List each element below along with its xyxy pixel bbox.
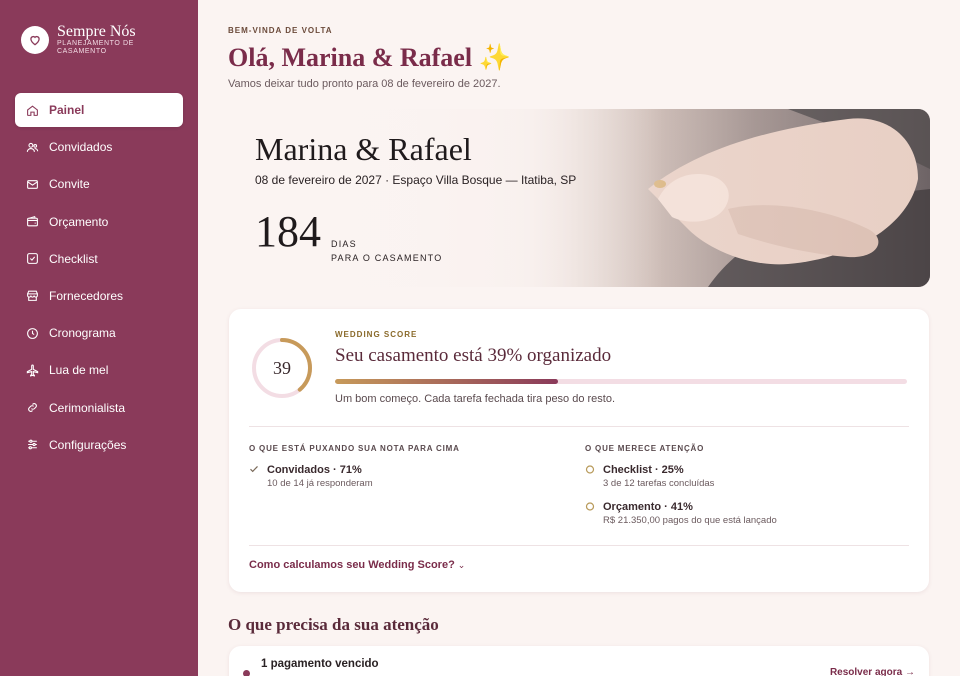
- wedding-details: 08 de fevereiro de 2027 · Espaço Villa B…: [255, 173, 577, 187]
- clock-icon: [25, 326, 39, 340]
- sidebar-item-label: Convidados: [49, 140, 113, 155]
- score-progress-fill: [335, 379, 559, 384]
- sidebar-item-label: Convite: [49, 177, 90, 192]
- circle-icon: [585, 502, 595, 511]
- plane-icon: [25, 363, 39, 377]
- chevron-down-icon: ⌄: [457, 560, 466, 570]
- sidebar-item-convite[interactable]: Convite: [15, 167, 183, 201]
- score-subtitle: Um bom começo. Cada tarefa fechada tira …: [335, 393, 616, 405]
- score-eyebrow: WEDDING SCORE: [335, 330, 418, 339]
- heart-icon: [21, 26, 49, 54]
- brand-name: Sempre Nós: [57, 23, 136, 40]
- wedding-score-card: 39 WEDDING SCORE Seu casamento está 39% …: [229, 309, 929, 592]
- page-title: Olá, Marina & Rafael ✨: [228, 43, 511, 72]
- days-countdown: 184: [255, 207, 321, 256]
- brand[interactable]: Sempre Nós PLANEJAMENTO DE CASAMENTO: [21, 24, 157, 56]
- divider: [249, 426, 909, 427]
- wallet-icon: [25, 215, 39, 229]
- sidebar-item-cerimonialista[interactable]: Cerimonialista: [15, 391, 183, 425]
- link-icon: [25, 401, 39, 415]
- positive-factors-heading: O QUE ESTÁ PUXANDO SUA NOTA PARA CIMA: [249, 444, 460, 453]
- sidebar-nav: Painel Convidados Convite Orçamento Chec…: [15, 93, 183, 465]
- factor-item: Convidados · 71% 10 de 14 já responderam: [249, 463, 460, 491]
- welcome-eyebrow: BEM-VINDA DE VOLTA: [228, 26, 333, 35]
- sidebar-item-label: Cronograma: [49, 326, 116, 341]
- attention-item-title: 1 pagamento vencido: [261, 658, 379, 670]
- check-icon: [250, 465, 258, 473]
- home-icon: [25, 103, 39, 117]
- users-icon: [25, 140, 39, 154]
- alert-dot-icon: [243, 670, 250, 676]
- sidebar-item-label: Orçamento: [49, 214, 109, 229]
- score-progress-bar: [335, 379, 907, 384]
- resolve-now-link[interactable]: Resolver agora →: [830, 667, 915, 676]
- checkbox-icon: [25, 252, 39, 266]
- attention-factors-heading: O QUE MERECE ATENÇÃO: [585, 444, 705, 453]
- sidebar-item-convidados[interactable]: Convidados: [15, 130, 183, 164]
- brand-subtitle: PLANEJAMENTO DE CASAMENTO: [57, 40, 134, 55]
- score-value: 39: [273, 357, 291, 378]
- sidebar-item-label: Cerimonialista: [49, 400, 126, 415]
- sidebar-item-label: Lua de mel: [49, 363, 109, 378]
- mail-icon: [25, 177, 39, 191]
- countdown-hero: Marina & Rafael 08 de fevereiro de 2027 …: [228, 109, 930, 287]
- sidebar-item-fornecedores[interactable]: Fornecedores: [15, 279, 183, 313]
- circle-icon: [585, 465, 595, 474]
- days-countdown-label: DIAS PARA O CASAMENTO: [331, 239, 443, 263]
- sidebar-item-checklist[interactable]: Checklist: [15, 242, 183, 276]
- couple-names: Marina & Rafael: [255, 131, 472, 167]
- sliders-icon: [25, 438, 39, 452]
- sidebar-item-label: Painel: [49, 103, 85, 117]
- main-content: BEM-VINDA DE VOLTA Olá, Marina & Rafael …: [198, 0, 960, 676]
- sidebar: Sempre Nós PLANEJAMENTO DE CASAMENTO Pai…: [0, 0, 198, 676]
- sidebar-item-configuracoes[interactable]: Configurações: [15, 428, 183, 462]
- attention-section-title: O que precisa da sua atenção: [228, 615, 439, 634]
- factor-item: Orçamento · 41% R$ 21.350,00 pagos do qu…: [585, 500, 777, 528]
- divider: [249, 545, 909, 546]
- sidebar-item-label: Checklist: [49, 251, 98, 266]
- score-title: Seu casamento está 39% organizado: [335, 345, 612, 366]
- sidebar-item-painel[interactable]: Painel: [15, 93, 183, 127]
- score-explanation-link[interactable]: Como calculamos seu Wedding Score? ⌄: [249, 559, 465, 571]
- factor-item: Checklist · 25% 3 de 12 tarefas concluíd…: [585, 463, 777, 491]
- attention-card: 1 pagamento vencido Resolver agora →: [229, 646, 929, 676]
- store-icon: [25, 289, 39, 303]
- sidebar-item-lua-de-mel[interactable]: Lua de mel: [15, 353, 183, 387]
- sidebar-item-cronograma[interactable]: Cronograma: [15, 316, 183, 350]
- sidebar-item-orcamento[interactable]: Orçamento: [15, 205, 183, 239]
- sidebar-item-label: Fornecedores: [49, 288, 124, 303]
- page-subtitle: Vamos deixar tudo pronto para 08 de feve…: [228, 78, 501, 90]
- attention-factors: O QUE MERECE ATENÇÃO Checklist · 25% 3 d…: [585, 444, 777, 537]
- positive-factors: O QUE ESTÁ PUXANDO SUA NOTA PARA CIMA Co…: [249, 444, 460, 500]
- sidebar-item-label: Configurações: [49, 437, 127, 452]
